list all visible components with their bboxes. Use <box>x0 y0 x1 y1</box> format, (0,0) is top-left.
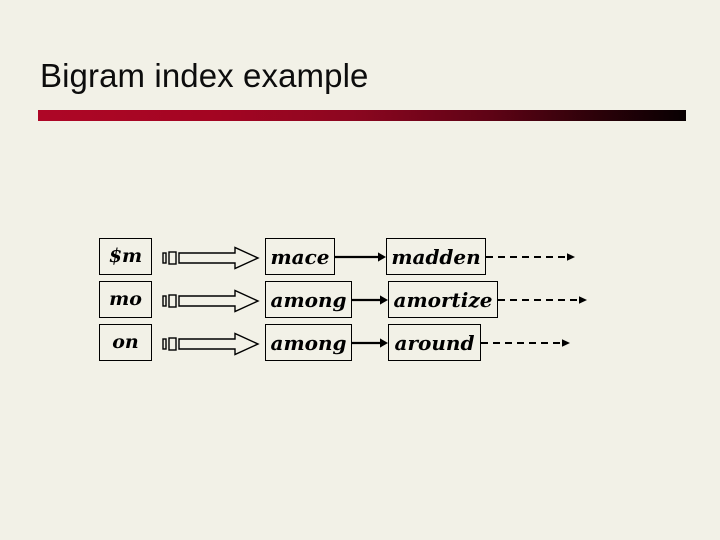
bigram-key-box: mo <box>99 281 152 318</box>
bigram-key-box: $m <box>99 238 152 275</box>
posting-box: amortize <box>388 281 498 318</box>
posting-box: among <box>265 281 352 318</box>
dashed-arrow-icon <box>486 250 576 264</box>
block-arrow-icon <box>162 332 260 356</box>
posting-box: among <box>265 324 352 361</box>
bigram-index-diagram: $m mace madden mo among amortize on amon… <box>0 0 720 540</box>
block-arrow-icon <box>162 246 260 270</box>
posting-box: around <box>388 324 481 361</box>
dashed-arrow-icon <box>481 336 571 350</box>
bigram-key-box: on <box>99 324 152 361</box>
dashed-arrow-icon <box>498 293 588 307</box>
solid-arrow-icon <box>352 336 388 350</box>
block-arrow-icon <box>162 289 260 313</box>
posting-box: mace <box>265 238 335 275</box>
solid-arrow-icon <box>352 293 388 307</box>
solid-arrow-icon <box>335 250 386 264</box>
posting-box: madden <box>386 238 486 275</box>
